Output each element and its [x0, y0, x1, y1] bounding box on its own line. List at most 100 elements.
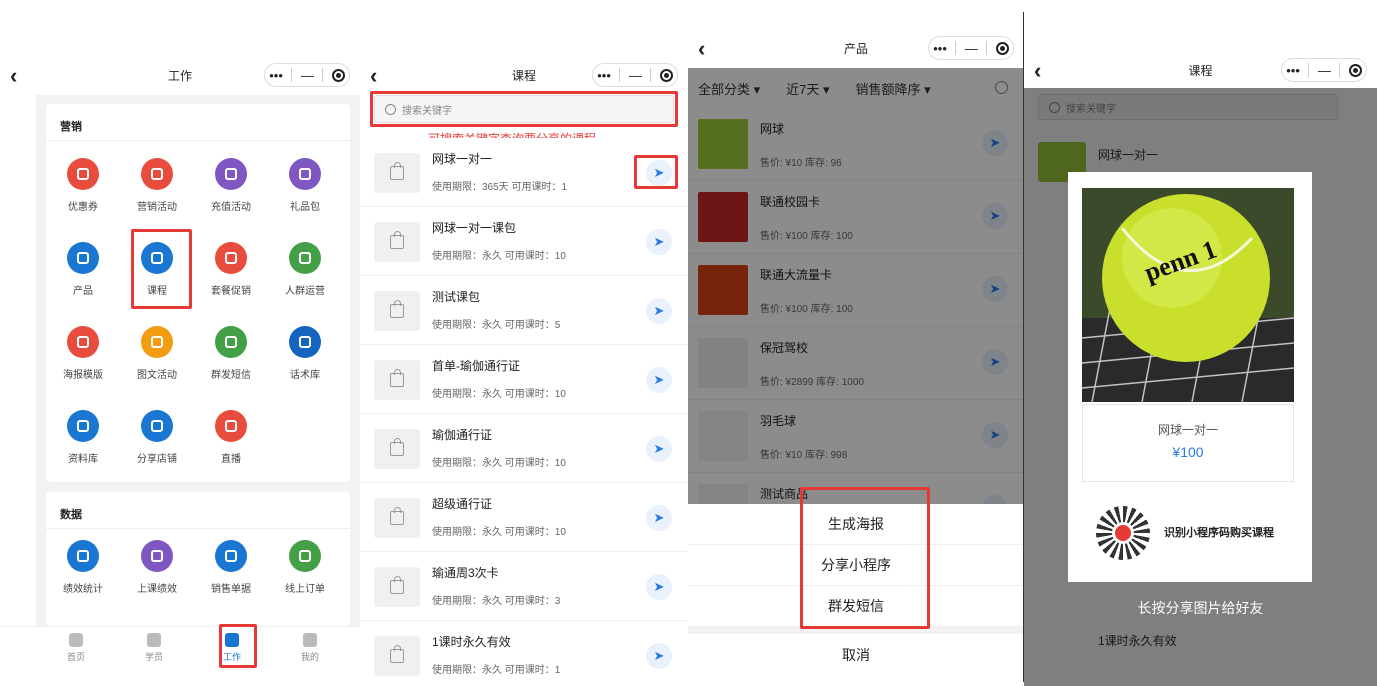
mini-program-capsule[interactable]: ••• —: [592, 63, 678, 87]
mask-overlay[interactable]: [688, 68, 1024, 504]
student-icon: [147, 633, 161, 647]
share-icon[interactable]: ➤: [646, 574, 672, 600]
marketing-item-12[interactable]: 资料库: [48, 410, 118, 465]
close-target-icon[interactable]: [1348, 63, 1362, 77]
course-row[interactable]: 1课时永久有效 使用期限：永久 可用课时：1 ➤: [360, 621, 688, 686]
marketing-item-label: 话术库: [290, 370, 320, 381]
data-item-3[interactable]: 线上订单: [270, 540, 340, 595]
share-icon[interactable]: ➤: [646, 160, 672, 186]
mini-program-capsule[interactable]: ••• —: [264, 63, 350, 87]
tab-home[interactable]: 首页: [46, 627, 106, 663]
minimize-icon[interactable]: —: [629, 68, 642, 83]
marketing-item-2[interactable]: 充值活动: [196, 158, 266, 213]
chevron-left-icon[interactable]: ‹: [10, 63, 17, 89]
marketing-item-0[interactable]: 优惠券: [48, 158, 118, 213]
course-title: 首单-瑜伽通行证: [432, 359, 520, 373]
marketing-item-13[interactable]: 分享店铺: [122, 410, 192, 465]
marketing-item-11[interactable]: 话术库: [270, 326, 340, 381]
share-icon[interactable]: ➤: [646, 505, 672, 531]
mini-program-capsule[interactable]: ••• —: [928, 36, 1014, 60]
marketing-item-3[interactable]: 礼品包: [270, 158, 340, 213]
share-icon[interactable]: ➤: [646, 643, 672, 669]
data-item-2[interactable]: 销售单据: [196, 540, 266, 595]
marketing-item-label: 产品: [73, 286, 93, 297]
course-title: 测试课包: [432, 290, 481, 304]
marketing-item-5[interactable]: 课程: [122, 242, 192, 297]
more-icon[interactable]: •••: [1286, 63, 1300, 78]
course-list-screen: ‹ 课程 ••• — 搜索关键字 可搜索关键字查询要分享的课程 网球一对一使用期…: [360, 0, 688, 686]
tab-student[interactable]: 学员: [124, 627, 184, 663]
marketing-item-label: 海报模版: [63, 370, 103, 381]
action-sheet: 生成海报 分享小程序 群发短信 取消: [688, 504, 1024, 686]
chevron-left-icon[interactable]: ‹: [698, 36, 705, 62]
mini-program-capsule[interactable]: ••• —: [1281, 58, 1367, 82]
course-row[interactable]: 网球一对一课包 使用期限：永久 可用课时：10 ➤: [360, 207, 688, 276]
course-meta: 使用期限：永久 可用课时：10: [432, 527, 566, 538]
cancel-button[interactable]: 取消: [688, 634, 1024, 675]
chevron-left-icon[interactable]: ‹: [1034, 58, 1041, 84]
store-icon: [141, 410, 173, 442]
minimize-icon[interactable]: —: [1318, 63, 1331, 78]
minimize-icon[interactable]: —: [301, 68, 314, 83]
share-icon[interactable]: ➤: [646, 367, 672, 393]
course-title: 网球一对一课包: [432, 221, 517, 235]
chevron-left-icon[interactable]: ‹: [370, 63, 377, 89]
course-row[interactable]: 首单-瑜伽通行证 使用期限：永久 可用课时：10 ➤: [360, 345, 688, 414]
share-icon[interactable]: ➤: [646, 298, 672, 324]
marketing-item-10[interactable]: 群发短信: [196, 326, 266, 381]
generate-poster-button[interactable]: 生成海报: [688, 504, 1024, 545]
marketing-item-label: 营销活动: [137, 202, 177, 213]
close-target-icon[interactable]: [659, 68, 673, 82]
picture-icon: [141, 326, 173, 358]
minimize-icon[interactable]: —: [965, 41, 978, 56]
data-item-1[interactable]: 上课绩效: [122, 540, 192, 595]
tab-user[interactable]: 我的: [280, 627, 340, 663]
close-target-icon[interactable]: [995, 41, 1009, 55]
tab-grid[interactable]: 工作: [202, 627, 262, 663]
sms-icon: [215, 326, 247, 358]
marketing-item-14[interactable]: 直播: [196, 410, 266, 465]
more-icon[interactable]: •••: [933, 41, 947, 56]
poster-screen: ‹ 课程 ••• — 搜索关键字 网球一对一 1课时永久有效: [1024, 0, 1377, 686]
page-title: 课程: [511, 68, 536, 83]
marketing-item-9[interactable]: 图文活动: [122, 326, 192, 381]
share-icon[interactable]: ➤: [646, 229, 672, 255]
script-icon: [289, 326, 321, 358]
work-screen: ‹ 工作 ••• — 营销 优惠券 营销活动 充值活动 礼品包 产品 课程 套餐促销 人群运营…: [0, 0, 360, 686]
course-row[interactable]: 瑜通周3次卡 使用期限：永久 可用课时：3 ➤: [360, 552, 688, 621]
course-thumb: [374, 636, 420, 676]
marketing-item-6[interactable]: 套餐促销: [196, 242, 266, 297]
capsule-divider: [955, 41, 957, 55]
course-meta: 使用期限：永久 可用课时：5: [432, 320, 561, 331]
marketing-item-label: 礼品包: [290, 202, 320, 213]
nav-bar: ‹ 工作 ••• —: [0, 55, 360, 95]
marketing-item-label: 充值活动: [211, 202, 251, 213]
send-sms-button[interactable]: 群发短信: [688, 586, 1024, 627]
course-title: 瑜伽通行证: [432, 428, 493, 442]
course-row[interactable]: 瑜伽通行证 使用期限：永久 可用课时：10 ➤: [360, 414, 688, 483]
course-title: 超级通行证: [432, 497, 493, 511]
bag-icon: [390, 369, 404, 387]
course-row[interactable]: 网球一对一 使用期限：365天 可用课时：1 ➤: [360, 138, 688, 207]
more-icon[interactable]: •••: [597, 68, 611, 83]
poster-card[interactable]: penn 1 网球一对一 ¥100 识别小程序码购买课程: [1068, 172, 1312, 582]
search-input[interactable]: 搜索关键字: [374, 95, 674, 123]
course-row[interactable]: 超级通行证使用期限：永久 可用课时：10 ➤: [360, 483, 688, 552]
data-item-0[interactable]: 绩效统计: [48, 540, 118, 595]
share-icon[interactable]: ➤: [646, 436, 672, 462]
search-icon: [385, 103, 396, 115]
course-row[interactable]: 测试课包使用期限：永久 可用课时：5 ➤: [360, 276, 688, 345]
marketing-item-label: 课程: [147, 286, 167, 297]
data-item-label: 绩效统计: [63, 584, 103, 595]
marketing-item-label: 直播: [221, 454, 241, 465]
more-icon[interactable]: •••: [269, 68, 283, 83]
close-target-icon[interactable]: [331, 68, 345, 82]
marketing-item-4[interactable]: 产品: [48, 242, 118, 297]
course-icon: [141, 242, 173, 274]
course-meta: 使用期限：365天 可用课时：1: [432, 182, 568, 193]
share-miniprogram-button[interactable]: 分享小程序: [688, 545, 1024, 586]
data-item-label: 线上订单: [285, 584, 325, 595]
marketing-item-1[interactable]: 营销活动: [122, 158, 192, 213]
marketing-item-7[interactable]: 人群运营: [270, 242, 340, 297]
marketing-item-8[interactable]: 海报模版: [48, 326, 118, 381]
